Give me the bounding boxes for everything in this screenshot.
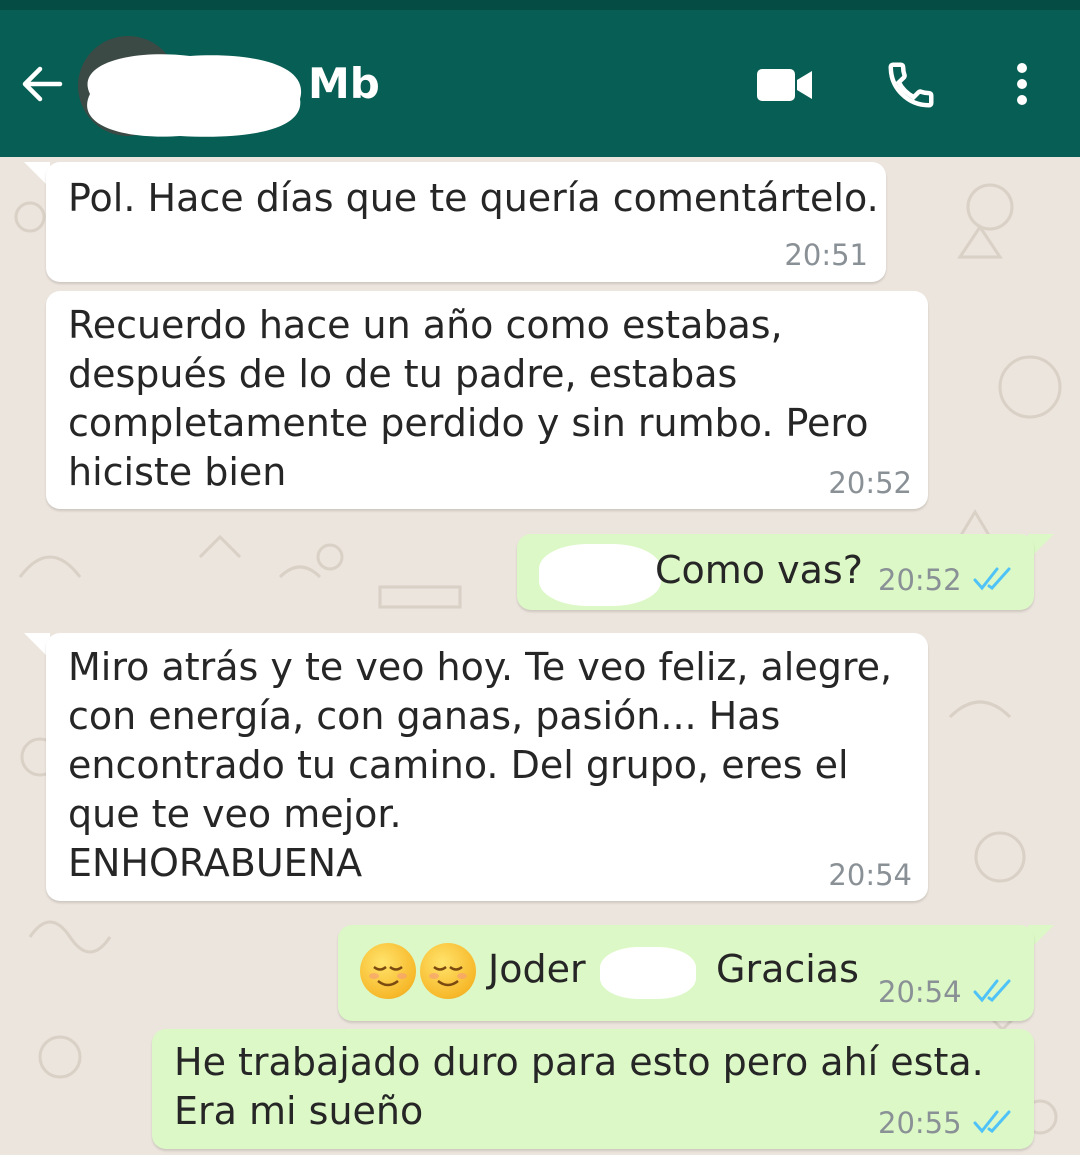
video-camera-icon[interactable] xyxy=(756,66,814,104)
message-text-after: Gracias xyxy=(716,947,859,991)
message-incoming[interactable]: Pol. Hace días que te quería comentártel… xyxy=(46,162,886,282)
message-time: 20:52 xyxy=(878,563,962,597)
message-incoming[interactable]: Miro atrás y te veo hoy. Te veo feliz, a… xyxy=(46,633,928,901)
message-text: Recuerdo hace un año como estabas, despu… xyxy=(68,303,869,494)
message-time: 20:51 xyxy=(784,238,868,272)
message-outgoing[interactable]: He trabajado duro para esto pero ahí est… xyxy=(152,1029,1034,1149)
status-bar-strip xyxy=(0,0,1080,10)
read-ticks-icon xyxy=(973,567,1011,591)
contact-name[interactable]: Mb xyxy=(308,56,380,112)
chat-header: Mb xyxy=(0,0,1080,157)
read-ticks-icon xyxy=(973,979,1011,1003)
back-arrow-icon[interactable] xyxy=(18,60,66,108)
message-time: 20:54 xyxy=(878,975,962,1009)
message-time: 20:52 xyxy=(828,466,912,500)
message-text: Como vas? xyxy=(655,548,863,592)
phone-icon[interactable] xyxy=(884,58,938,112)
more-vert-icon[interactable] xyxy=(1010,60,1034,108)
message-time: 20:54 xyxy=(828,858,912,892)
read-ticks-icon xyxy=(973,1110,1011,1134)
message-text: Miro atrás y te veo hoy. Te veo feliz, a… xyxy=(68,645,893,885)
relieved-face-emoji xyxy=(420,943,476,999)
message-text-before: Joder xyxy=(488,947,586,991)
relieved-face-emoji xyxy=(360,943,416,999)
message-outgoing[interactable]: Como vas? 20:52 xyxy=(517,534,1034,610)
message-time: 20:55 xyxy=(878,1106,962,1140)
message-text: He trabajado duro para esto pero ahí est… xyxy=(174,1040,984,1133)
message-outgoing[interactable]: Joder Gracias 20:54 xyxy=(338,925,1034,1021)
redaction-mark xyxy=(600,947,696,999)
redaction-mark xyxy=(539,544,661,606)
message-incoming[interactable]: Recuerdo hace un año como estabas, despu… xyxy=(46,291,928,509)
message-text: Pol. Hace días que te quería comentártel… xyxy=(68,176,879,220)
redaction-mark xyxy=(87,54,302,137)
